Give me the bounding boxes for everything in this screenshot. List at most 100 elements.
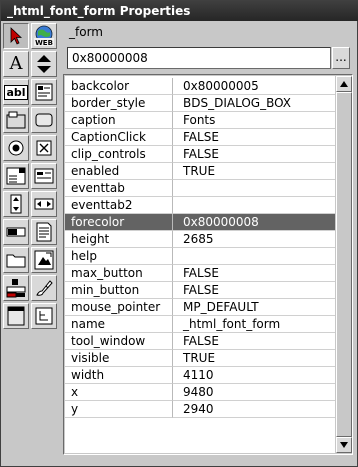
property-name: clip_controls bbox=[65, 146, 173, 163]
combobox-icon bbox=[6, 167, 26, 185]
properties-window: _html_font_form Properties WEB A abl _fo… bbox=[0, 0, 358, 467]
property-name: eventtab2 bbox=[65, 197, 173, 214]
scroll-thumb[interactable] bbox=[336, 92, 352, 437]
listbox-icon bbox=[34, 168, 54, 184]
listbox-tool[interactable] bbox=[31, 163, 57, 189]
property-row[interactable]: eventtab2 bbox=[65, 197, 335, 214]
toolbox: WEB A abl bbox=[3, 23, 59, 463]
property-row[interactable]: min_button FALSE bbox=[65, 282, 335, 299]
color-tool[interactable] bbox=[3, 275, 29, 301]
pointer-tool[interactable] bbox=[3, 23, 29, 49]
property-row[interactable]: eventtab bbox=[65, 180, 335, 197]
textbox-tool-label: abl bbox=[4, 84, 28, 100]
scroll-down-button[interactable] bbox=[336, 437, 352, 453]
folder-tool[interactable] bbox=[3, 247, 29, 273]
property-row[interactable]: tool_window FALSE bbox=[65, 333, 335, 350]
property-value[interactable]: 0x80000008 bbox=[173, 214, 335, 231]
property-grid[interactable]: backcolor 0x80000005 border_style BDS_DIALO… bbox=[65, 76, 335, 453]
checkbox-tool[interactable] bbox=[31, 135, 57, 161]
property-value[interactable]: FALSE bbox=[173, 146, 335, 163]
property-name: mouse_pointer bbox=[65, 299, 173, 316]
property-row[interactable]: caption Fonts bbox=[65, 112, 335, 129]
property-value[interactable] bbox=[173, 248, 335, 265]
property-name: tool_window bbox=[65, 333, 173, 350]
radio-tool[interactable] bbox=[3, 135, 29, 161]
property-row[interactable]: y 2940 bbox=[65, 401, 335, 418]
property-value[interactable]: 2685 bbox=[173, 231, 335, 248]
property-row[interactable]: mouse_pointer MP_DEFAULT bbox=[65, 299, 335, 316]
combobox-tool[interactable] bbox=[3, 163, 29, 189]
property-value[interactable]: MP_DEFAULT bbox=[173, 299, 335, 316]
property-row[interactable]: visible TRUE bbox=[65, 350, 335, 367]
property-value[interactable] bbox=[173, 197, 335, 214]
property-value[interactable]: 0x80000005 bbox=[173, 78, 335, 95]
property-row[interactable]: enabled TRUE bbox=[65, 163, 335, 180]
gauge-tool[interactable] bbox=[3, 219, 29, 245]
property-row[interactable]: border_style BDS_DIALOG_BOX bbox=[65, 95, 335, 112]
property-value[interactable]: 9480 bbox=[173, 384, 335, 401]
picture-tool[interactable] bbox=[31, 247, 57, 273]
form-window-icon bbox=[7, 306, 25, 326]
property-value-input[interactable] bbox=[67, 47, 331, 69]
hscrollbar-tool[interactable] bbox=[31, 191, 57, 217]
property-row[interactable]: height 2685 bbox=[65, 231, 335, 248]
property-grid-frame: backcolor 0x80000005 border_style BDS_DIALO… bbox=[63, 74, 353, 455]
paint-brush-icon bbox=[36, 280, 53, 296]
property-name: y bbox=[65, 401, 173, 418]
spin-arrows-icon bbox=[37, 55, 51, 73]
frame-tool[interactable] bbox=[3, 107, 29, 133]
property-value[interactable]: FALSE bbox=[173, 282, 335, 299]
browse-button[interactable]: ... bbox=[332, 47, 350, 69]
property-value[interactable]: TRUE bbox=[173, 350, 335, 367]
property-value[interactable]: FALSE bbox=[173, 265, 335, 282]
scroll-up-button[interactable] bbox=[336, 76, 352, 92]
vertical-scrollbar[interactable] bbox=[336, 76, 352, 453]
button-tool[interactable] bbox=[31, 107, 57, 133]
property-row[interactable]: width 4110 bbox=[65, 367, 335, 384]
property-row[interactable]: CaptionClick FALSE bbox=[65, 129, 335, 146]
property-name: max_button bbox=[65, 265, 173, 282]
property-value[interactable] bbox=[173, 180, 335, 197]
text-tool[interactable]: A bbox=[3, 51, 29, 77]
property-row[interactable]: clip_controls FALSE bbox=[65, 146, 335, 163]
textbox-tool[interactable]: abl bbox=[3, 79, 29, 105]
property-value[interactable]: TRUE bbox=[173, 163, 335, 180]
property-row[interactable]: name _html_font_form bbox=[65, 316, 335, 333]
vscrollbar-tool[interactable] bbox=[3, 191, 29, 217]
property-value[interactable]: FALSE bbox=[173, 129, 335, 146]
property-name: border_style bbox=[65, 95, 173, 112]
document-tool[interactable] bbox=[31, 219, 57, 245]
property-name: width bbox=[65, 367, 173, 384]
spin-tool[interactable] bbox=[31, 51, 57, 77]
property-row[interactable]: forecolor 0x80000008 bbox=[65, 214, 335, 231]
property-row[interactable]: x 9480 bbox=[65, 384, 335, 401]
property-value[interactable]: BDS_DIALOG_BOX bbox=[173, 95, 335, 112]
property-name: help bbox=[65, 248, 173, 265]
horizontal-scrollbar-icon bbox=[34, 198, 54, 210]
property-value[interactable]: _html_font_form bbox=[173, 316, 335, 333]
document-icon bbox=[36, 222, 52, 242]
tree-view-icon bbox=[35, 307, 53, 325]
property-row[interactable]: help bbox=[65, 248, 335, 265]
tree-tool[interactable] bbox=[31, 303, 57, 329]
brush-tool[interactable] bbox=[31, 275, 57, 301]
property-name: caption bbox=[65, 112, 173, 129]
window-title[interactable]: _html_font_form Properties bbox=[1, 1, 358, 21]
editor-tool[interactable] bbox=[31, 79, 57, 105]
web-tool[interactable]: WEB bbox=[31, 23, 57, 49]
property-value[interactable]: Fonts bbox=[173, 112, 335, 129]
form-tool[interactable] bbox=[3, 303, 29, 329]
property-name: backcolor bbox=[65, 78, 173, 95]
scroll-up-arrow-icon bbox=[340, 81, 348, 87]
color-picker-icon bbox=[6, 279, 26, 298]
property-value[interactable]: FALSE bbox=[173, 333, 335, 350]
text-tool-glyph: A bbox=[9, 53, 23, 74]
picture-icon bbox=[34, 250, 54, 270]
scroll-down-arrow-icon bbox=[340, 442, 348, 448]
property-row[interactable]: backcolor 0x80000005 bbox=[65, 78, 335, 95]
property-row[interactable]: max_button FALSE bbox=[65, 265, 335, 282]
property-value[interactable]: 4110 bbox=[173, 367, 335, 384]
property-value[interactable]: 2940 bbox=[173, 401, 335, 418]
web-icon-label: WEB bbox=[35, 39, 53, 47]
property-name: eventtab bbox=[65, 180, 173, 197]
